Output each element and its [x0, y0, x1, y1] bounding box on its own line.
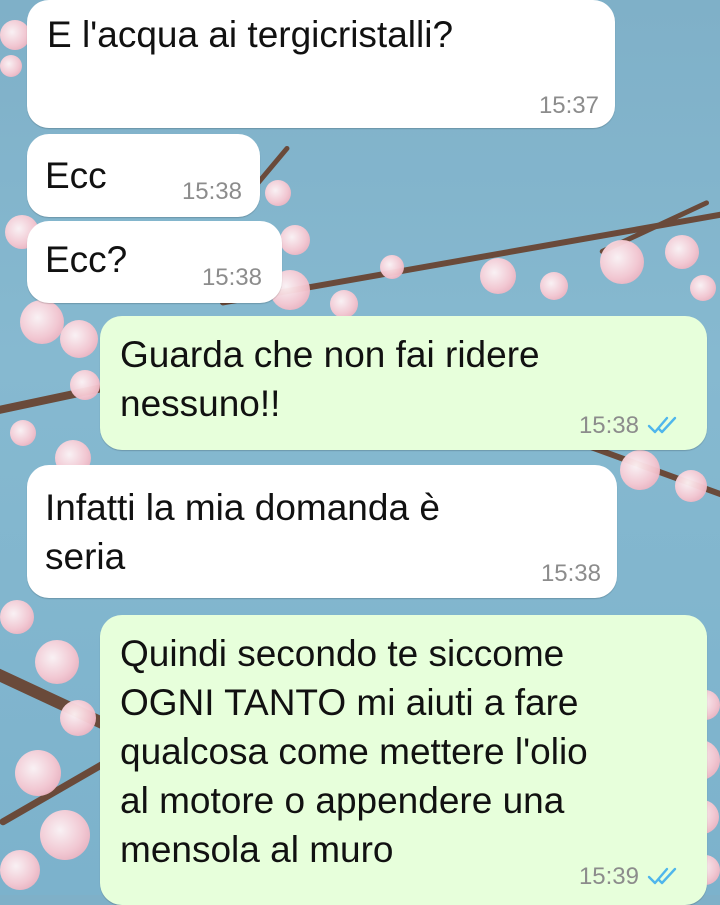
wallpaper-blossom [0, 850, 40, 890]
message-timestamp: 15:37 [538, 92, 599, 119]
wallpaper-blossom [20, 300, 64, 344]
incoming-message-bubble[interactable]: E l'acqua ai tergicristalli? 15:37 [27, 0, 615, 128]
wallpaper-blossom [60, 700, 96, 736]
message-text: Infatti la mia domanda è seria [45, 487, 440, 577]
wallpaper-blossom [265, 180, 291, 206]
message-timestamp: 15:38 [540, 560, 601, 587]
wallpaper-blossom [60, 320, 98, 358]
wallpaper-blossom [15, 750, 61, 796]
wallpaper-blossom [0, 55, 22, 77]
wallpaper-blossom [10, 420, 36, 446]
message-timestamp: 15:38 [201, 264, 262, 291]
outgoing-message-bubble[interactable]: Guarda che non fai ridere nessuno!! 15:3… [100, 316, 707, 450]
wallpaper-blossom [0, 20, 30, 50]
message-timestamp: 15:38 [181, 178, 242, 205]
wallpaper-blossom [540, 272, 568, 300]
wallpaper-blossom [675, 470, 707, 502]
wallpaper-blossom [35, 640, 79, 684]
incoming-message-bubble[interactable]: Infatti la mia domanda è seria 15:38 [27, 465, 617, 598]
message-timestamp: 15:39 [578, 863, 639, 890]
double-check-read-icon [647, 416, 677, 434]
wallpaper-blossom [480, 258, 516, 294]
wallpaper-blossom [70, 370, 100, 400]
incoming-message-bubble[interactable]: Ecc? 15:38 [27, 221, 282, 303]
wallpaper-blossom [280, 225, 310, 255]
wallpaper-blossom [600, 240, 644, 284]
wallpaper-blossom [330, 290, 358, 318]
wallpaper-blossom [620, 450, 660, 490]
double-check-read-icon [647, 867, 677, 885]
wallpaper-blossom [380, 255, 404, 279]
message-text: E l'acqua ai tergicristalli? [47, 14, 454, 55]
wallpaper-blossom [665, 235, 699, 269]
outgoing-message-bubble[interactable]: Quindi secondo te siccome OGNI TANTO mi … [100, 615, 707, 905]
wallpaper-blossom [40, 810, 90, 860]
message-timestamp: 15:38 [578, 412, 639, 439]
message-text: Quindi secondo te siccome OGNI TANTO mi … [120, 633, 588, 870]
message-text: Ecc [45, 155, 107, 196]
wallpaper-blossom [0, 600, 34, 634]
wallpaper-blossom [690, 275, 716, 301]
message-text: Ecc? [45, 239, 128, 280]
incoming-message-bubble[interactable]: Ecc 15:38 [27, 134, 260, 217]
message-text: Guarda che non fai ridere nessuno!! [120, 334, 540, 424]
